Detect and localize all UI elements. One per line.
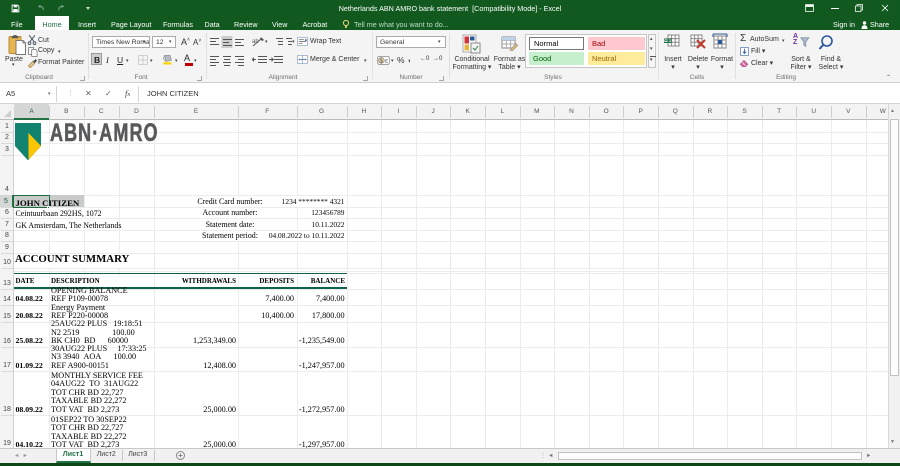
svg-text:ab: ab [252, 39, 259, 45]
svg-text:€: € [385, 58, 388, 64]
